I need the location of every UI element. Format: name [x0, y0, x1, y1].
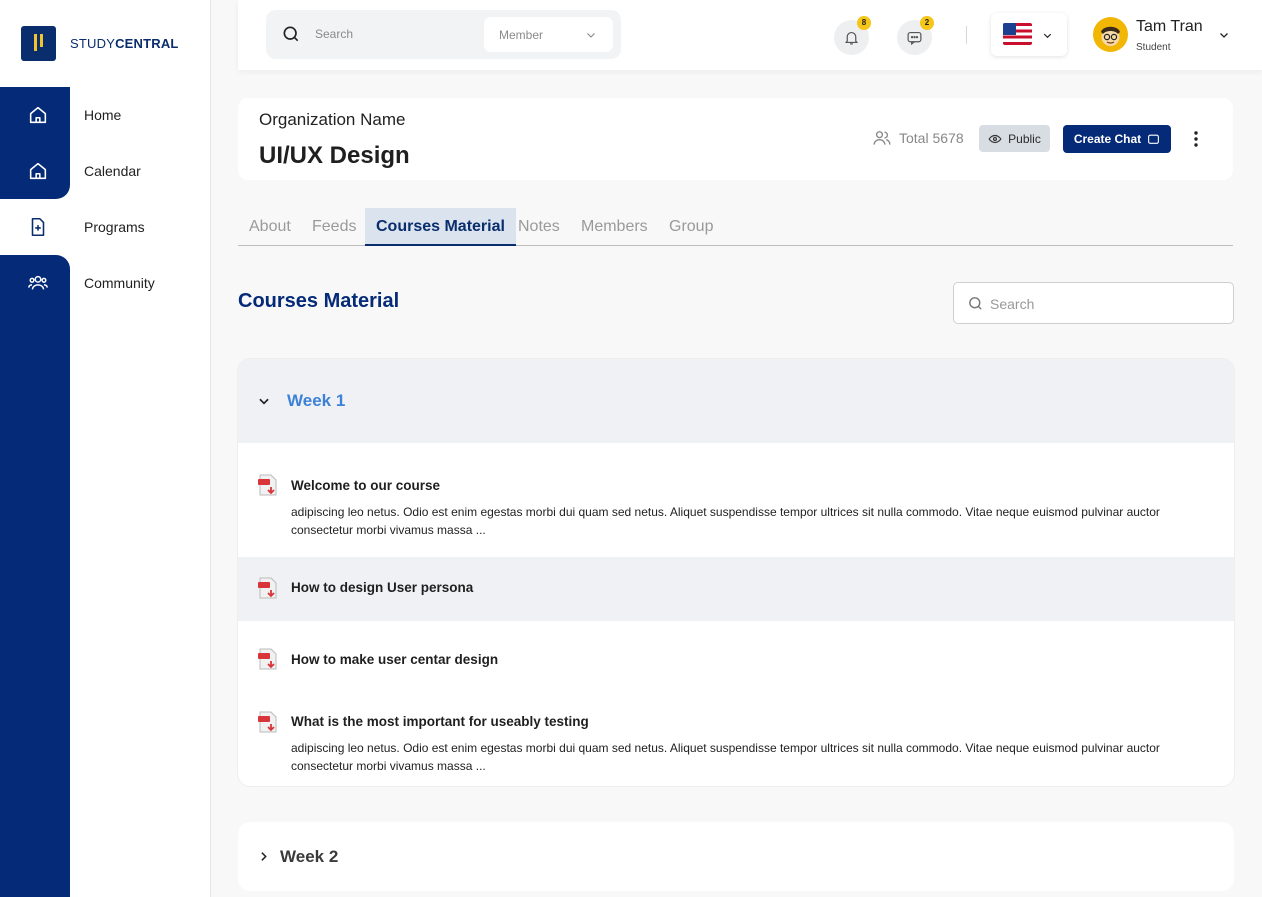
- user-role: Student: [1136, 42, 1171, 53]
- logo-mark-icon: [21, 26, 56, 61]
- week-section[interactable]: Week 2: [238, 822, 1234, 891]
- avatar[interactable]: [1093, 17, 1128, 52]
- language-select[interactable]: [991, 13, 1067, 56]
- tab-bar: About Feeds Courses Material Notes Membe…: [238, 208, 1233, 246]
- create-chat-button[interactable]: Create Chat: [1063, 125, 1171, 153]
- pdf-file-icon: [258, 711, 277, 733]
- sidebar-item-calendar[interactable]: Calendar: [84, 163, 141, 179]
- organization-header: Organization Name UI/UX Design Total 567…: [238, 98, 1233, 180]
- week-section: Week 1 Welcome to our course adipiscing …: [238, 359, 1234, 786]
- tab-notes[interactable]: Notes: [507, 208, 571, 246]
- chevron-down-icon: [259, 398, 269, 405]
- tab-group[interactable]: Group: [658, 208, 724, 246]
- bell-icon: [844, 31, 859, 45]
- sidebar: STUDYCENTRAL Home Calendar Programs Comm…: [0, 0, 211, 897]
- messages-badge: 2: [920, 16, 934, 30]
- eye-icon: [988, 134, 1002, 143]
- member-total-text: Total 5678: [899, 130, 964, 146]
- list-item[interactable]: Welcome to our course adipiscing leo net…: [238, 443, 1234, 557]
- visibility-label: Public: [1008, 131, 1041, 146]
- sidebar-item-programs[interactable]: Programs: [84, 219, 145, 235]
- organization-label: Organization Name: [259, 110, 406, 129]
- item-title: How to make user centar design: [291, 652, 499, 667]
- tab-about[interactable]: About: [238, 208, 302, 246]
- materials-search-input[interactable]: Search: [990, 296, 1034, 312]
- search-input[interactable]: Search: [315, 27, 353, 41]
- item-title: What is the most important for useably t…: [291, 714, 589, 729]
- page-title: UI/UX Design: [259, 142, 410, 169]
- create-chat-label: Create Chat: [1073, 132, 1142, 146]
- member-filter-select[interactable]: Member: [484, 17, 613, 52]
- search-icon: [283, 26, 299, 42]
- week-header[interactable]: Week 1: [238, 359, 1234, 443]
- tab-feeds[interactable]: Feeds: [301, 208, 367, 246]
- rail-background-bottom: [0, 255, 70, 897]
- notifications-button[interactable]: 8: [834, 16, 871, 55]
- item-description: adipiscing leo netus. Odio est enim eges…: [291, 505, 1160, 537]
- member-total: Total 5678: [872, 128, 964, 148]
- more-options-icon[interactable]: [1193, 130, 1199, 148]
- sidebar-rail: [0, 87, 70, 897]
- materials-search[interactable]: Search: [953, 282, 1234, 324]
- pdf-file-icon: [258, 648, 277, 670]
- home-icon[interactable]: [27, 104, 49, 126]
- pdf-file-icon: [258, 474, 277, 496]
- users-icon: [873, 131, 891, 145]
- file-plus-icon[interactable]: [27, 216, 49, 238]
- divider: [966, 26, 967, 44]
- chat-icon: [907, 31, 922, 46]
- chevron-down-icon[interactable]: [1218, 29, 1230, 41]
- sidebar-item-community[interactable]: Community: [84, 275, 155, 291]
- item-description: adipiscing leo netus. Odio est enim eges…: [291, 741, 1160, 773]
- messages-button[interactable]: 2: [897, 16, 934, 55]
- chat-icon: [1148, 134, 1160, 144]
- home-icon[interactable]: [27, 160, 49, 182]
- chevron-right-icon: [261, 852, 267, 861]
- brand-logo[interactable]: STUDYCENTRAL: [0, 0, 211, 87]
- list-item[interactable]: What is the most important for useably t…: [238, 699, 1234, 786]
- week-title: Week 1: [287, 391, 346, 410]
- section-title: Courses Material: [238, 290, 400, 312]
- tab-courses-material[interactable]: Courses Material: [365, 208, 516, 246]
- brand-name: STUDYCENTRAL: [70, 36, 179, 51]
- tab-members[interactable]: Members: [570, 208, 659, 246]
- user-avatar-icon: [1101, 26, 1120, 46]
- users-icon[interactable]: [27, 272, 49, 294]
- notifications-badge: 8: [857, 16, 871, 30]
- pdf-file-icon: [258, 577, 277, 599]
- search-icon: [969, 297, 982, 310]
- list-item[interactable]: How to design User persona: [238, 557, 1234, 621]
- list-item[interactable]: How to make user centar design: [238, 621, 1234, 699]
- item-title: How to design User persona: [291, 580, 474, 595]
- member-filter-value: Member: [499, 28, 544, 42]
- user-name[interactable]: Tam Tran: [1136, 18, 1203, 36]
- visibility-button[interactable]: Public: [979, 125, 1050, 152]
- topbar: Search Member 8 2 Tam Tran Student: [238, 0, 1262, 70]
- chevron-down-icon: [1043, 33, 1052, 39]
- global-search[interactable]: Search Member: [266, 10, 621, 59]
- item-title: Welcome to our course: [291, 478, 441, 493]
- us-flag-icon: [1003, 23, 1032, 45]
- chevron-down-icon: [587, 33, 595, 38]
- week-title: Week 2: [280, 847, 339, 866]
- sidebar-item-home[interactable]: Home: [84, 107, 121, 123]
